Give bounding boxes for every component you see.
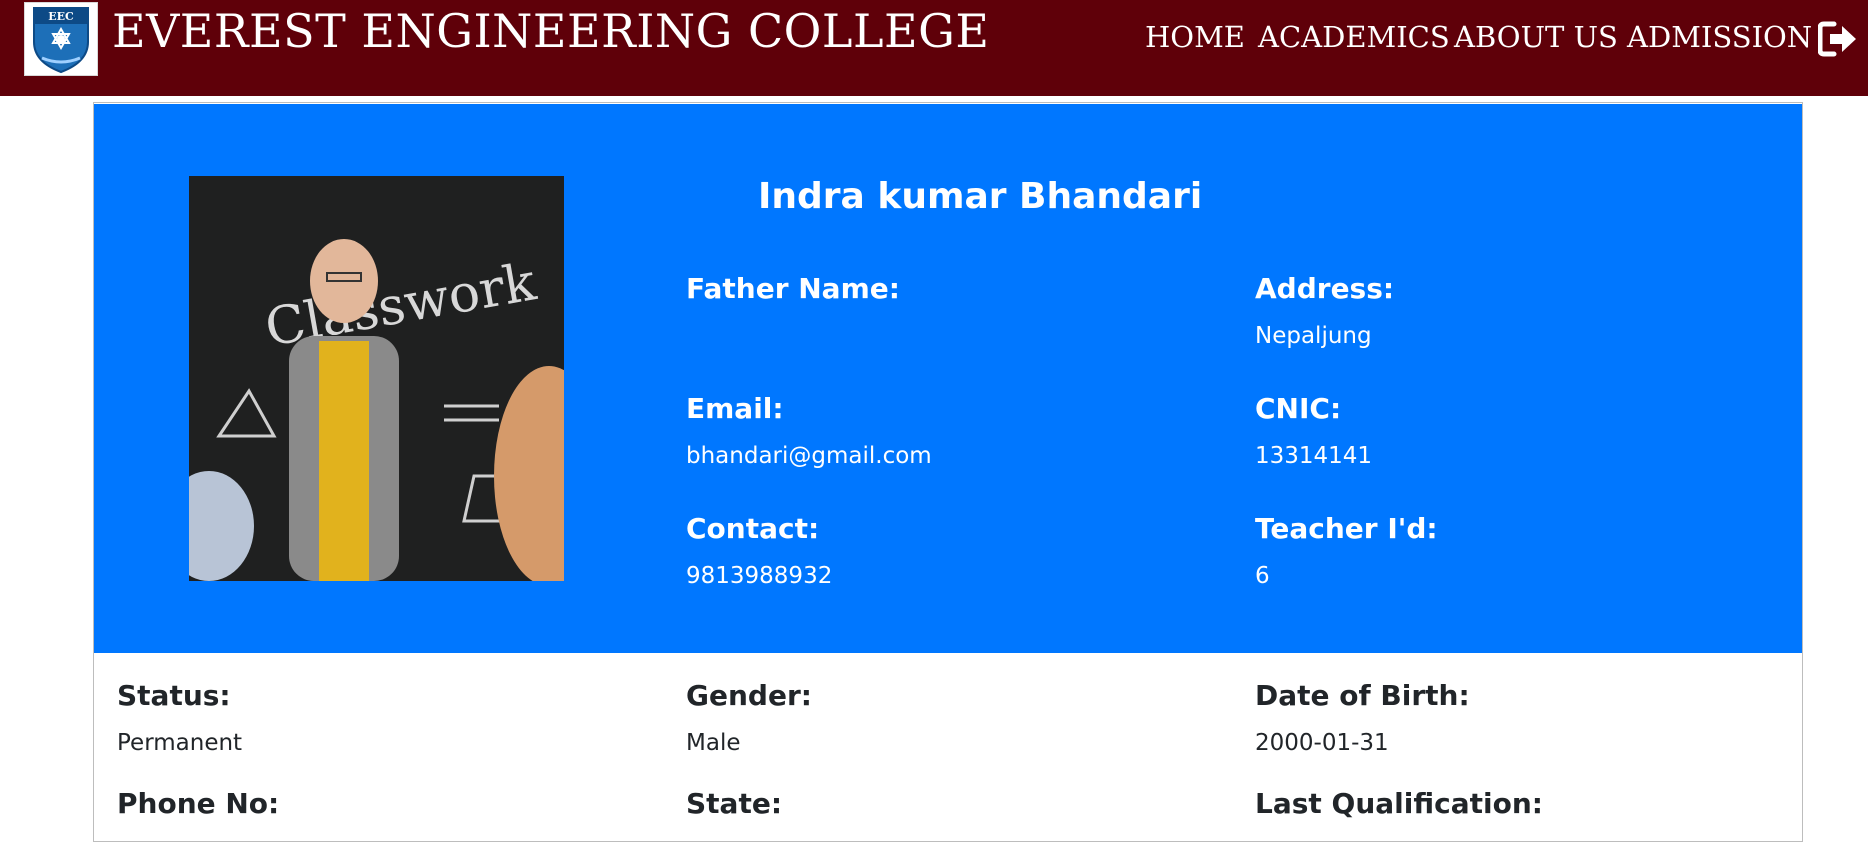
nav-home[interactable]: HOME <box>1145 20 1245 54</box>
email-label: Email: <box>686 392 784 425</box>
status-label: Status: <box>117 679 231 712</box>
college-logo[interactable]: EEC <box>24 2 98 76</box>
cnic-value: 13314141 <box>1255 443 1373 469</box>
college-name[interactable]: EVEREST ENGINEERING COLLEGE <box>112 4 989 58</box>
phone-label: Phone No: <box>117 787 280 820</box>
state-label: State: <box>686 787 783 820</box>
father-name-label: Father Name: <box>686 272 900 305</box>
teacher-id-label: Teacher I'd: <box>1255 512 1438 545</box>
nav-academics[interactable]: ACADEMICS <box>1258 20 1450 54</box>
address-value: Nepaljung <box>1255 323 1372 349</box>
address-label: Address: <box>1255 272 1395 305</box>
dob-value: 2000-01-31 <box>1255 730 1389 756</box>
contact-value: 9813988932 <box>686 563 833 589</box>
college-crest-icon: EEC <box>33 7 89 74</box>
nav-about-us[interactable]: ABOUT US <box>1454 20 1618 54</box>
gender-value: Male <box>686 730 741 756</box>
gender-label: Gender: <box>686 679 812 712</box>
teacher-id-value: 6 <box>1255 563 1270 589</box>
last-qualification-label: Last Qualification: <box>1255 787 1543 820</box>
teacher-name: Indra kumar Bhandari <box>758 176 1203 217</box>
nav-admission[interactable]: ADMISSION <box>1627 20 1812 54</box>
cnic-label: CNIC: <box>1255 392 1342 425</box>
sign-out-icon[interactable] <box>1817 21 1858 57</box>
email-value: bhandari@gmail.com <box>686 443 932 469</box>
top-navbar: EEC EVEREST ENGINEERING COLLEGE HOME ACA… <box>0 0 1868 96</box>
dob-label: Date of Birth: <box>1255 679 1470 712</box>
status-value: Permanent <box>117 730 243 756</box>
contact-label: Contact: <box>686 512 820 545</box>
logo-text: EEC <box>48 10 74 23</box>
teacher-photo: Classwork <box>189 176 564 581</box>
